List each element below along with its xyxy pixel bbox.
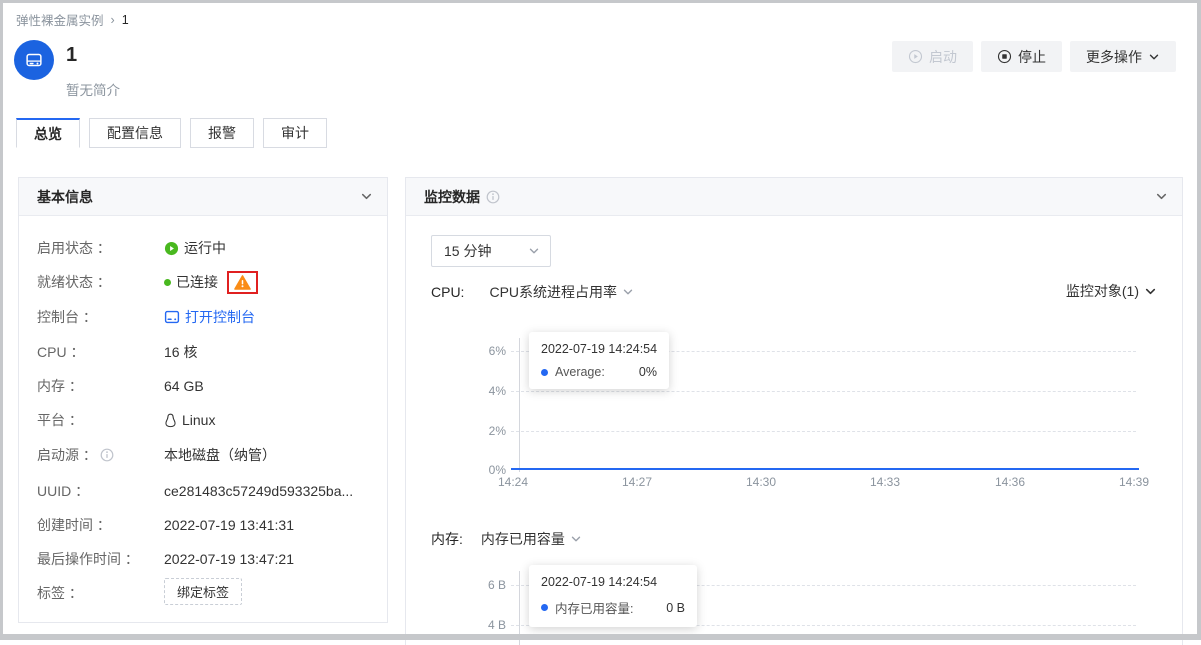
memory-metric-select[interactable]: 内存已用容量 [481, 529, 582, 549]
collapse-chevron-icon[interactable] [360, 190, 373, 206]
more-actions-button[interactable]: 更多操作 [1070, 41, 1176, 72]
breadcrumb: 弹性裸金属实例 › 1 [16, 10, 129, 29]
field-row-platform: 平台 ： Linux [37, 410, 215, 430]
tab-config[interactable]: 配置信息 [89, 118, 181, 148]
breadcrumb-separator: › [111, 13, 115, 27]
chevron-down-icon [1148, 51, 1160, 63]
memory-metric-row: 内存: 内存已用容量 [431, 528, 582, 550]
monitoring-panel: 监控数据 15 分钟 CPU: CPU系统进程占用率 监控对象(1) [405, 177, 1183, 645]
page-subtitle: 暂无简介 [66, 79, 120, 99]
series-dot-icon [541, 604, 548, 611]
tab-audit[interactable]: 审计 [263, 118, 327, 148]
cpu-xtick: 14:24 [498, 475, 528, 489]
cpu-ytick: 2% [474, 424, 506, 438]
cpu-gridline [511, 431, 1136, 432]
cpu-gridline [511, 391, 1136, 392]
cpu-ytick: 6% [474, 344, 506, 358]
field-row-memory: 内存 ： 64 GB [37, 376, 204, 396]
cpu-metric-row: CPU: CPU系统进程占用率 [431, 281, 634, 303]
field-row-uuid: UUID ： ce281483c57249d593325ba... [37, 481, 353, 501]
field-row-cpu: CPU ： 16 核 [37, 342, 197, 362]
warning-triangle-icon[interactable] [234, 275, 251, 290]
chevron-down-icon [622, 286, 634, 298]
chevron-down-icon [570, 533, 582, 545]
memory-ytick: 4 B [474, 618, 506, 632]
instance-avatar [14, 40, 54, 80]
linux-icon [164, 413, 177, 428]
tab-alarm[interactable]: 报警 [190, 118, 254, 148]
action-bar: 启动 停止 更多操作 [892, 41, 1176, 72]
play-circle-icon [908, 49, 923, 64]
chevron-down-icon [528, 245, 540, 257]
field-row-console: 控制台 ： 打开控制台 [37, 307, 255, 327]
page-title: 1 [66, 44, 77, 67]
start-button[interactable]: 启动 [892, 41, 973, 72]
open-console-link[interactable]: 打开控制台 [185, 307, 255, 327]
running-status-icon [164, 241, 179, 256]
field-row-boot-source: 启动源 ： 本地磁盘（纳管） [37, 445, 276, 465]
tab-overview[interactable]: 总览 [16, 118, 80, 148]
basic-info-panel: 基本信息 启用状态 ： 运行中 就绪状态 ： 已连接 [18, 177, 388, 623]
breadcrumb-current: 1 [122, 13, 129, 27]
basic-info-header: 基本信息 [19, 178, 387, 216]
memory-hover-pointer-line [519, 571, 520, 645]
memory-ytick: 6 B [474, 578, 506, 592]
cpu-metric-select[interactable]: CPU系统进程占用率 [489, 282, 634, 302]
console-icon [164, 309, 180, 325]
instance-detail-page: 弹性裸金属实例 › 1 1 暂无简介 启动 停止 更多操作 [0, 0, 1201, 645]
bind-tag-button[interactable]: 绑定标签 [164, 578, 242, 605]
memory-chart-tooltip: 2022-07-19 14:24:54 内存已用容量: 0 B [529, 565, 697, 627]
warning-highlight-box [227, 271, 258, 294]
cpu-xtick: 14:27 [622, 475, 652, 489]
cpu-series-line [511, 468, 1139, 470]
stop-circle-icon [997, 49, 1012, 64]
field-row-last-op-time: 最后操作时间 ： 2022-07-19 13:47:21 [37, 549, 294, 569]
monitoring-header: 监控数据 [406, 178, 1182, 216]
cpu-xtick: 14:33 [870, 475, 900, 489]
chevron-down-icon [1144, 285, 1157, 298]
field-row-tags: 标签 ： 绑定标签 [37, 581, 242, 601]
cpu-ytick: 4% [474, 384, 506, 398]
cpu-chart-tooltip: 2022-07-19 14:24:54 Average: 0% [529, 332, 669, 389]
cpu-xtick: 14:36 [995, 475, 1025, 489]
stop-button[interactable]: 停止 [981, 41, 1062, 72]
series-dot-icon [541, 369, 548, 376]
breadcrumb-root-link[interactable]: 弹性裸金属实例 [16, 10, 104, 29]
tab-bar: 总览 配置信息 报警 审计 [16, 118, 327, 148]
monitor-target-select[interactable]: 监控对象(1) [1066, 281, 1157, 301]
server-icon [23, 49, 45, 71]
period-select[interactable]: 15 分钟 [431, 235, 551, 267]
cpu-hover-pointer-line [519, 338, 520, 472]
info-circle-icon[interactable] [486, 190, 500, 204]
field-row-power-state: 启用状态 ： 运行中 [37, 238, 226, 258]
field-row-ready-state: 就绪状态 ： 已连接 [37, 272, 258, 292]
connected-dot-icon [164, 279, 171, 286]
cpu-xtick: 14:39 [1119, 475, 1149, 489]
cpu-xtick: 14:30 [746, 475, 776, 489]
info-circle-icon[interactable] [100, 448, 114, 462]
field-row-created-time: 创建时间 ： 2022-07-19 13:41:31 [37, 515, 294, 535]
collapse-chevron-icon[interactable] [1155, 190, 1168, 206]
